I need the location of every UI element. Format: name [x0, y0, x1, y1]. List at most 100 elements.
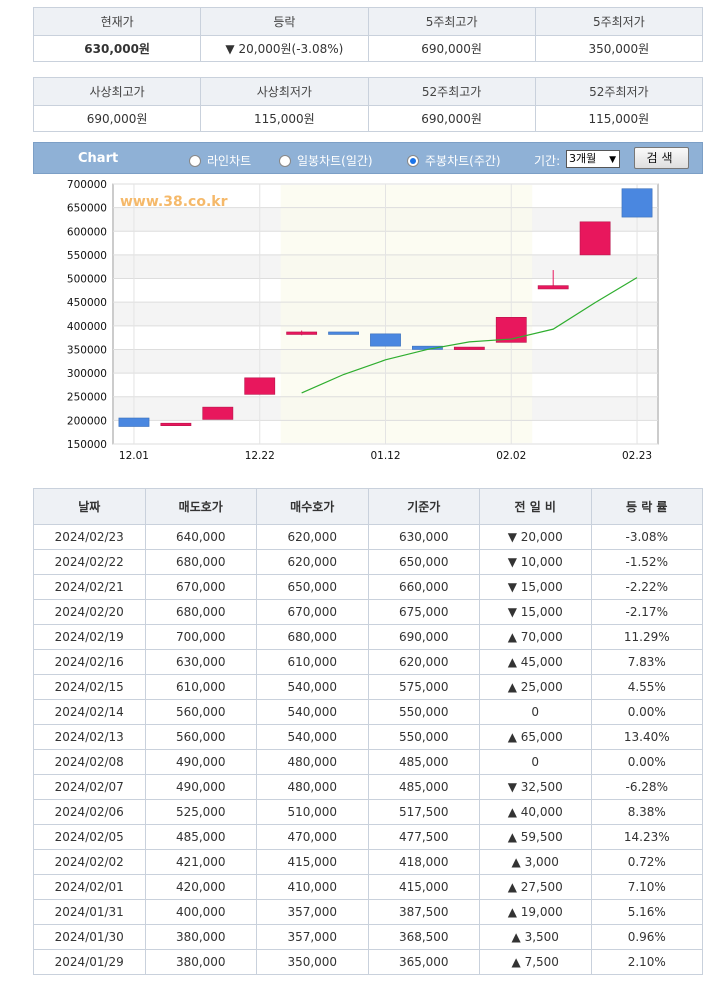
- change-rate-cell: -1.52%: [590, 549, 703, 575]
- table-row: 2024/02/01 420,000 410,000 415,000 ▲ 27,500 7…: [33, 874, 703, 900]
- radio-daily-chart[interactable]: 일봉차트(일간): [279, 152, 373, 169]
- date-cell: 2024/02/13: [33, 724, 146, 750]
- candle: [579, 221, 611, 256]
- table-row: 2024/02/13 560,000 540,000 550,000 ▲ 65,000 1…: [33, 724, 703, 750]
- base-price-header: 기준가: [367, 488, 480, 525]
- date-cell: 2024/02/02: [33, 849, 146, 875]
- price-history-table: 날짜 매도호가 매수호가 기준가 전 일 비 등 락 률 2024/02/23 6…: [33, 488, 703, 975]
- x-tick-label: 01.12: [370, 450, 400, 462]
- y-tick-label: 200000: [67, 415, 107, 427]
- y-tick-label: 500000: [67, 274, 107, 286]
- prev-diff-cell: ▼ 32,500: [479, 774, 592, 800]
- candle-body: [537, 285, 569, 290]
- base-price-cell: 690,000: [367, 624, 480, 650]
- table-row: 2024/02/19 700,000 680,000 690,000 ▲ 70,000 1…: [33, 624, 703, 650]
- prev-diff-cell: ▼ 10,000: [479, 549, 592, 575]
- radio-line-chart[interactable]: 라인차트: [189, 152, 251, 169]
- change-rate-cell: -2.17%: [590, 599, 703, 625]
- highlight-band: [280, 185, 533, 443]
- change-rate-cell: 14.23%: [590, 824, 703, 850]
- prev-diff-cell: ▼ 20,000: [479, 524, 592, 550]
- bid-cell: 540,000: [256, 699, 369, 725]
- bid-cell: 470,000: [256, 824, 369, 850]
- search-button[interactable]: 검색: [634, 147, 689, 169]
- candle-body: [160, 422, 192, 426]
- ask-cell: 400,000: [144, 899, 257, 925]
- radio-button-icon[interactable]: [189, 154, 201, 167]
- prev-diff-cell: 0: [479, 749, 592, 775]
- candle: [328, 331, 359, 335]
- candle: [160, 422, 192, 426]
- change-rate-cell: 7.83%: [590, 649, 703, 675]
- y-tick-label: 550000: [67, 250, 107, 262]
- radio-line-chart-label: 라인차트: [207, 154, 252, 168]
- record-summary-header-row: 사상최고가 사상최저가 52주최고가 52주최저가: [32, 77, 704, 106]
- date-cell: 2024/02/08: [33, 749, 146, 775]
- table-row: 2024/02/23 640,000 620,000 630,000 ▼ 20,000-…: [33, 524, 703, 550]
- bid-cell: 357,000: [256, 899, 369, 925]
- ask-cell: 380,000: [144, 949, 257, 975]
- candle: [202, 406, 234, 420]
- date-cell: 2024/01/31: [33, 899, 146, 925]
- radio-weekly-chart[interactable]: 주봉차트(주간): [407, 152, 501, 169]
- date-cell: 2024/02/05: [33, 824, 146, 850]
- bid-cell: 540,000: [256, 674, 369, 700]
- base-price-cell: 368,500: [367, 924, 480, 950]
- period-select[interactable]: 3개월 ▼: [566, 150, 620, 168]
- y-tick-label: 350000: [67, 344, 107, 356]
- change-amount: 20,000원(-3.08%): [238, 42, 344, 56]
- base-price-cell: 387,500: [367, 899, 480, 925]
- radio-button-selected-icon[interactable]: [407, 154, 419, 167]
- price-summary-header-row: 현재가 등락 5주최고가 5주최저가: [32, 7, 704, 36]
- candle-body: [370, 333, 401, 347]
- bid-cell: 620,000: [256, 524, 369, 550]
- y-tick-label: 300000: [67, 368, 107, 380]
- price-summary-table: 현재가 등락 5주최고가 5주최저가 630,000원 ▼ 20,000원(-3…: [32, 7, 704, 62]
- current-price-value: 630,000원: [32, 35, 202, 62]
- ask-cell: 610,000: [144, 674, 257, 700]
- bid-cell: 410,000: [256, 874, 369, 900]
- prev-diff-cell: ▲ 25,000: [479, 674, 592, 700]
- bid-cell: 540,000: [256, 724, 369, 750]
- base-price-cell: 365,000: [367, 949, 480, 975]
- change-rate-header: 등 락 률: [590, 488, 703, 525]
- candle-body: [621, 188, 653, 218]
- ask-cell: 560,000: [144, 699, 257, 725]
- ask-cell: 680,000: [144, 549, 257, 575]
- candle: [370, 333, 401, 347]
- change-rate-cell: -2.22%: [590, 574, 703, 600]
- candle-body: [118, 417, 150, 427]
- prev-diff-cell: 0: [479, 699, 592, 725]
- candlestick-chart: 700000 650000 600000 550000 500000 450000 4000…: [67, 179, 659, 462]
- ask-cell: 680,000: [144, 599, 257, 625]
- change-rate-cell: 4.55%: [590, 674, 703, 700]
- y-tick-label: 400000: [67, 321, 107, 333]
- candle-body: [328, 331, 359, 335]
- prev-diff-cell: ▼ 15,000: [479, 599, 592, 625]
- y-tick-label: 150000: [67, 439, 107, 451]
- chart-toolbar: Chart 라인차트 일봉차트(일간) 주봉차트(주간) 기간: 3개월 ▼ 검…: [33, 142, 703, 174]
- date-cell: 2024/02/14: [33, 699, 146, 725]
- change-header: 등락: [200, 7, 369, 36]
- y-tick-label: 450000: [67, 297, 107, 309]
- price-summary-value-row: 630,000원 ▼ 20,000원(-3.08%) 690,000원 350,…: [32, 35, 704, 62]
- ask-cell: 420,000: [144, 874, 257, 900]
- prev-diff-cell: ▲ 65,000: [479, 724, 592, 750]
- current-price-header: 현재가: [32, 7, 202, 36]
- prev-diff-cell: ▲ 19,000: [479, 899, 592, 925]
- x-tick-label: 02.23: [622, 450, 652, 462]
- candle-body: [244, 377, 276, 395]
- period-label: 기간:: [534, 154, 561, 168]
- table-row: 2024/02/22 680,000 620,000 650,000 ▼ 10,000-…: [33, 549, 703, 575]
- chart-title: Chart: [78, 151, 119, 166]
- ask-cell: 490,000: [144, 774, 257, 800]
- base-price-cell: 485,000: [367, 749, 480, 775]
- date-cell: 2024/02/01: [33, 874, 146, 900]
- radio-button-icon[interactable]: [279, 154, 291, 167]
- down-arrow-icon: ▼: [225, 42, 235, 56]
- table-row: 2024/02/16 630,000 610,000 620,000 ▲ 45,000 7…: [33, 649, 703, 675]
- high-5w-header: 5주최고가: [367, 7, 536, 36]
- base-price-cell: 418,000: [367, 849, 480, 875]
- y-tick-label: 250000: [67, 392, 107, 404]
- bid-cell: 620,000: [256, 549, 369, 575]
